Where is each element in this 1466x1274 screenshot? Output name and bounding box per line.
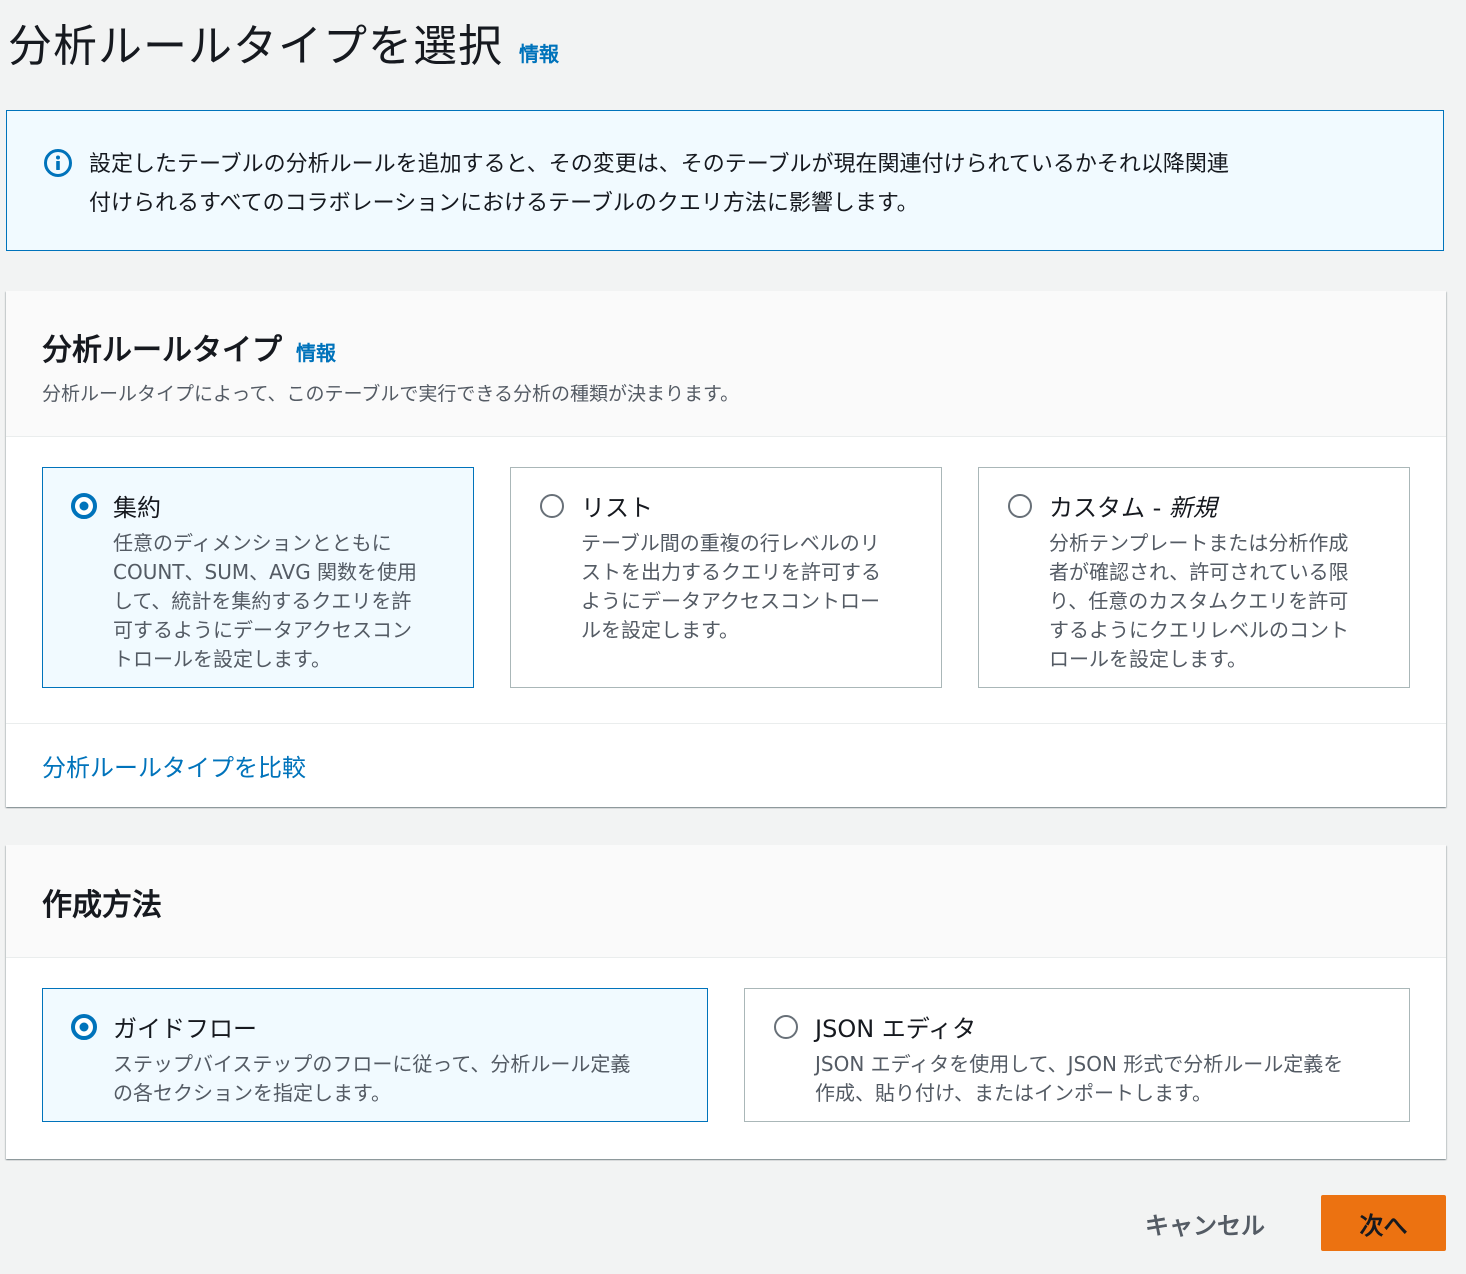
alert-line: 設定したテーブルの分析ルールを追加すると、その変更は、そのテーブルが現在関連付け…	[89, 152, 1229, 177]
rule-type-tile-list[interactable]: リスト テーブル間の重複の行レベルのリ ストを出力するクエリを許可する ようにデ…	[510, 467, 942, 688]
creation-method-panel-header: 作成方法	[6, 845, 1446, 958]
rule-type-tile-custom[interactable]: カスタム - 新規 分析テンプレートまたは分析作成 者が確認され、許可されている…	[978, 467, 1410, 688]
info-circle-icon	[44, 149, 72, 177]
rule-type-description: 分析ルールタイプによって、このテーブルで実行できる分析の種類が決まります。	[42, 383, 740, 405]
tile-description-line: するようにクエリレベルのコント	[1049, 618, 1349, 642]
tile-description-line: トロールを設定します。	[113, 647, 331, 671]
tile-description-line: 作成、貼り付け、またはインポートします。	[815, 1081, 1212, 1105]
rule-type-info-link[interactable]: 情報	[296, 337, 336, 366]
creation-tile-guided-flow[interactable]: ガイドフロー ステップバイステップのフローに従って、分析ルール定義 の各セクショ…	[42, 988, 708, 1122]
compare-rule-types-link[interactable]: 分析ルールタイプを比較	[42, 748, 306, 783]
alert-message: 設定したテーブルの分析ルールを追加すると、その変更は、そのテーブルが現在関連付け…	[89, 145, 1229, 223]
tile-label: リスト	[581, 494, 653, 522]
rule-type-panel-title: 分析ルールタイプ	[42, 333, 282, 368]
tile-description-line: ロールを設定します。	[1049, 647, 1247, 671]
tile-label: カスタム - 新規	[1049, 488, 1217, 523]
tile-label: JSON エディタ	[815, 1015, 977, 1043]
creation-method-panel: 作成方法 ガイドフロー ステップバイステップのフローに従って、分析ルール定義 の…	[6, 845, 1446, 1159]
tile-description: ステップバイステップのフローに従って、分析ルール定義 の各セクションを指定します…	[113, 1050, 683, 1108]
new-badge: 新規	[1168, 494, 1217, 522]
creation-method-tiles: ガイドフロー ステップバイステップのフローに従って、分析ルール定義 の各セクショ…	[6, 958, 1446, 1159]
tile-description: JSON エディタを使用して、JSON 形式で分析ルール定義を 作成、貼り付け、…	[815, 1050, 1385, 1108]
page-header: 分析ルールタイプを選択 情報	[8, 10, 559, 74]
tile-label: 集約	[113, 494, 161, 522]
tile-description-line: JSON エディタを使用して、JSON 形式で分析ルール定義を	[815, 1052, 1344, 1076]
tile-description-line: ルを設定します。	[581, 618, 739, 642]
info-alert: 設定したテーブルの分析ルールを追加すると、その変更は、そのテーブルが現在関連付け…	[6, 110, 1444, 251]
creation-method-panel-title: 作成方法	[42, 888, 162, 923]
tile-description-line: 分析テンプレートまたは分析作成	[1049, 531, 1349, 555]
tile-label-text: カスタム -	[1049, 494, 1169, 522]
radio-unselected-icon[interactable]	[539, 493, 565, 519]
tile-description-line: テーブル間の重複の行レベルのリ	[581, 531, 880, 555]
radio-selected-icon[interactable]	[71, 1013, 97, 1040]
radio-unselected-icon[interactable]	[1007, 493, 1033, 519]
tile-description: テーブル間の重複の行レベルのリ ストを出力するクエリを許可する ようにデータアク…	[581, 529, 917, 645]
rule-type-panel-footer: 分析ルールタイプを比較	[6, 723, 1446, 807]
tile-description-line: 任意のディメンションとともに	[113, 531, 392, 555]
tile-description-line: COUNT、SUM、AVG 関数を使用	[113, 560, 418, 584]
radio-selected-icon[interactable]	[71, 492, 97, 519]
tile-description: 分析テンプレートまたは分析作成 者が確認され、許可されている限 り、任意のカスタ…	[1049, 529, 1385, 674]
tile-description-line: ようにデータアクセスコントロー	[581, 589, 880, 613]
page-info-link[interactable]: 情報	[519, 38, 559, 67]
tile-description-line: り、任意のカスタムクエリを許可	[1049, 589, 1349, 613]
radio-unselected-icon[interactable]	[773, 1014, 799, 1040]
alert-line: 付けられるすべてのコラボレーションにおけるテーブルのクエリ方法に影響します。	[89, 191, 919, 216]
tile-description-line: の各セクションを指定します。	[113, 1081, 391, 1105]
tile-description-line: ストを出力するクエリを許可する	[581, 560, 881, 584]
cancel-button[interactable]: キャンセル	[1120, 1196, 1290, 1250]
rule-type-tile-aggregation[interactable]: 集約 任意のディメンションとともに COUNT、SUM、AVG 関数を使用 して…	[42, 467, 474, 688]
tile-description-line: して、統計を集約するクエリを許	[113, 589, 412, 613]
tile-description: 任意のディメンションとともに COUNT、SUM、AVG 関数を使用 して、統計…	[113, 529, 449, 674]
next-button[interactable]: 次へ	[1321, 1195, 1446, 1251]
creation-tile-json-editor[interactable]: JSON エディタ JSON エディタを使用して、JSON 形式で分析ルール定義…	[744, 988, 1410, 1122]
rule-type-tiles: 集約 任意のディメンションとともに COUNT、SUM、AVG 関数を使用 して…	[6, 437, 1446, 723]
page-title: 分析ルールタイプを選択	[8, 21, 503, 72]
tile-label: ガイドフロー	[113, 1015, 257, 1043]
tile-description-line: ステップバイステップのフローに従って、分析ルール定義	[113, 1052, 631, 1076]
tile-description-line: 者が確認され、許可されている限	[1049, 560, 1349, 584]
tile-description-line: 可するようにデータアクセスコン	[113, 618, 412, 642]
rule-type-panel-header: 分析ルールタイプ 情報 分析ルールタイプによって、このテーブルで実行できる分析の…	[6, 291, 1446, 437]
rule-type-panel: 分析ルールタイプ 情報 分析ルールタイプによって、このテーブルで実行できる分析の…	[6, 291, 1446, 807]
